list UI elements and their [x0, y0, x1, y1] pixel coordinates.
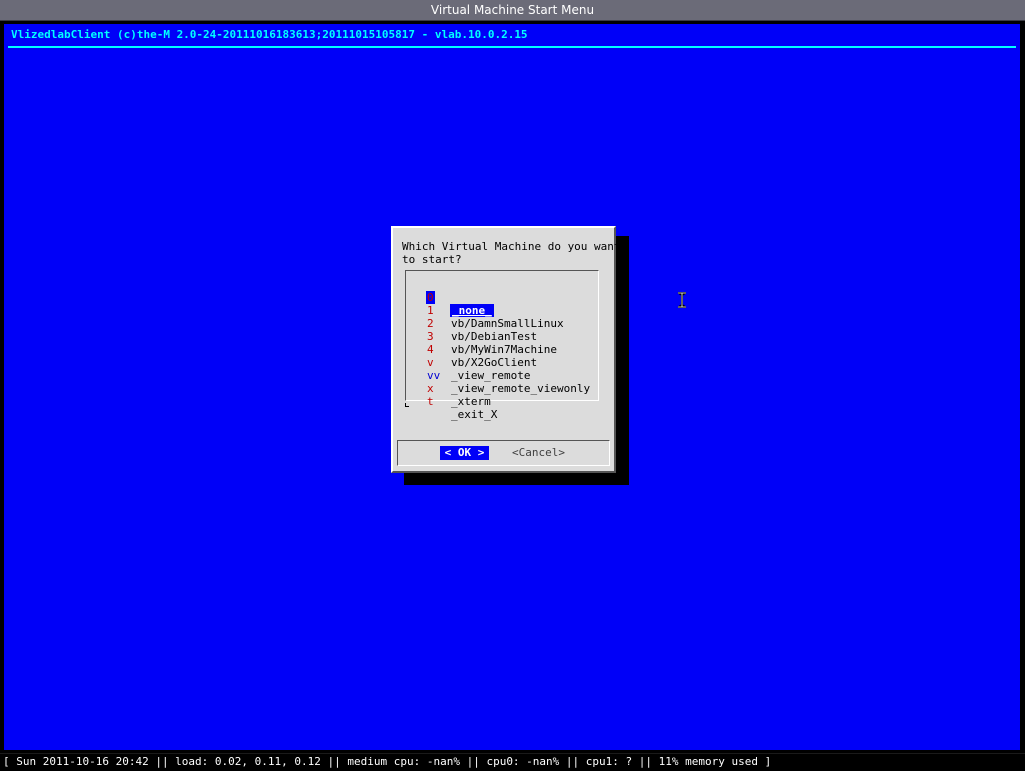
list-item[interactable]: 4 vb/X2GoClient — [406, 330, 537, 369]
list-item[interactable]: v _view_remote — [406, 343, 530, 382]
list-item[interactable]: 0 _none_ — [406, 278, 494, 317]
header-divider — [8, 46, 1016, 48]
list-item[interactable]: 2 vb/DebianTest — [406, 304, 537, 343]
list-item[interactable]: 3 vb/MyWin7Machine — [406, 317, 557, 356]
item-label: _xterm — [451, 395, 491, 408]
list-scroll-marker — [405, 403, 409, 407]
item-label: _view_remote — [451, 369, 531, 382]
item-label: vb/X2GoClient — [451, 356, 538, 369]
list-item[interactable]: vv _view_remote_viewonly — [406, 356, 590, 395]
window-titlebar[interactable]: Virtual Machine Start Menu — [0, 0, 1025, 21]
item-label: _view_remote_viewonly — [451, 382, 591, 395]
cancel-button[interactable]: <Cancel> — [512, 446, 565, 460]
dialog-button-bar: < OK > <Cancel> — [397, 440, 610, 466]
item-label: vb/DamnSmallLinux — [451, 317, 564, 330]
list-item[interactable]: t _exit_X — [406, 382, 497, 421]
dialog-prompt: Which Virtual Machine do you want to sta… — [402, 240, 621, 266]
ok-button[interactable]: < OK > — [440, 446, 489, 460]
item-label: _exit_X — [451, 408, 498, 421]
item-label: vb/DebianTest — [451, 330, 538, 343]
vm-list[interactable]: 0 _none_ 1 vb/DamnSmallLinux 2 vb/Debian… — [405, 270, 599, 421]
text-cursor-icon — [678, 292, 686, 308]
list-item[interactable]: 1 vb/DamnSmallLinux — [406, 291, 564, 330]
header-banner: VlizedlabClient (c)the-M 2.0-24-20111016… — [11, 28, 528, 41]
vm-select-dialog: Which Virtual Machine do you want to sta… — [391, 226, 621, 473]
status-bar: [ Sun 2011-10-16 20:42 || load: 0.02, 0.… — [0, 753, 1025, 771]
list-item[interactable]: x _xterm — [406, 369, 491, 408]
item-label: vb/MyWin7Machine — [451, 343, 557, 356]
item-tag: t — [427, 395, 434, 408]
window-title: Virtual Machine Start Menu — [430, 3, 595, 17]
item-label: _none_ — [450, 304, 494, 317]
